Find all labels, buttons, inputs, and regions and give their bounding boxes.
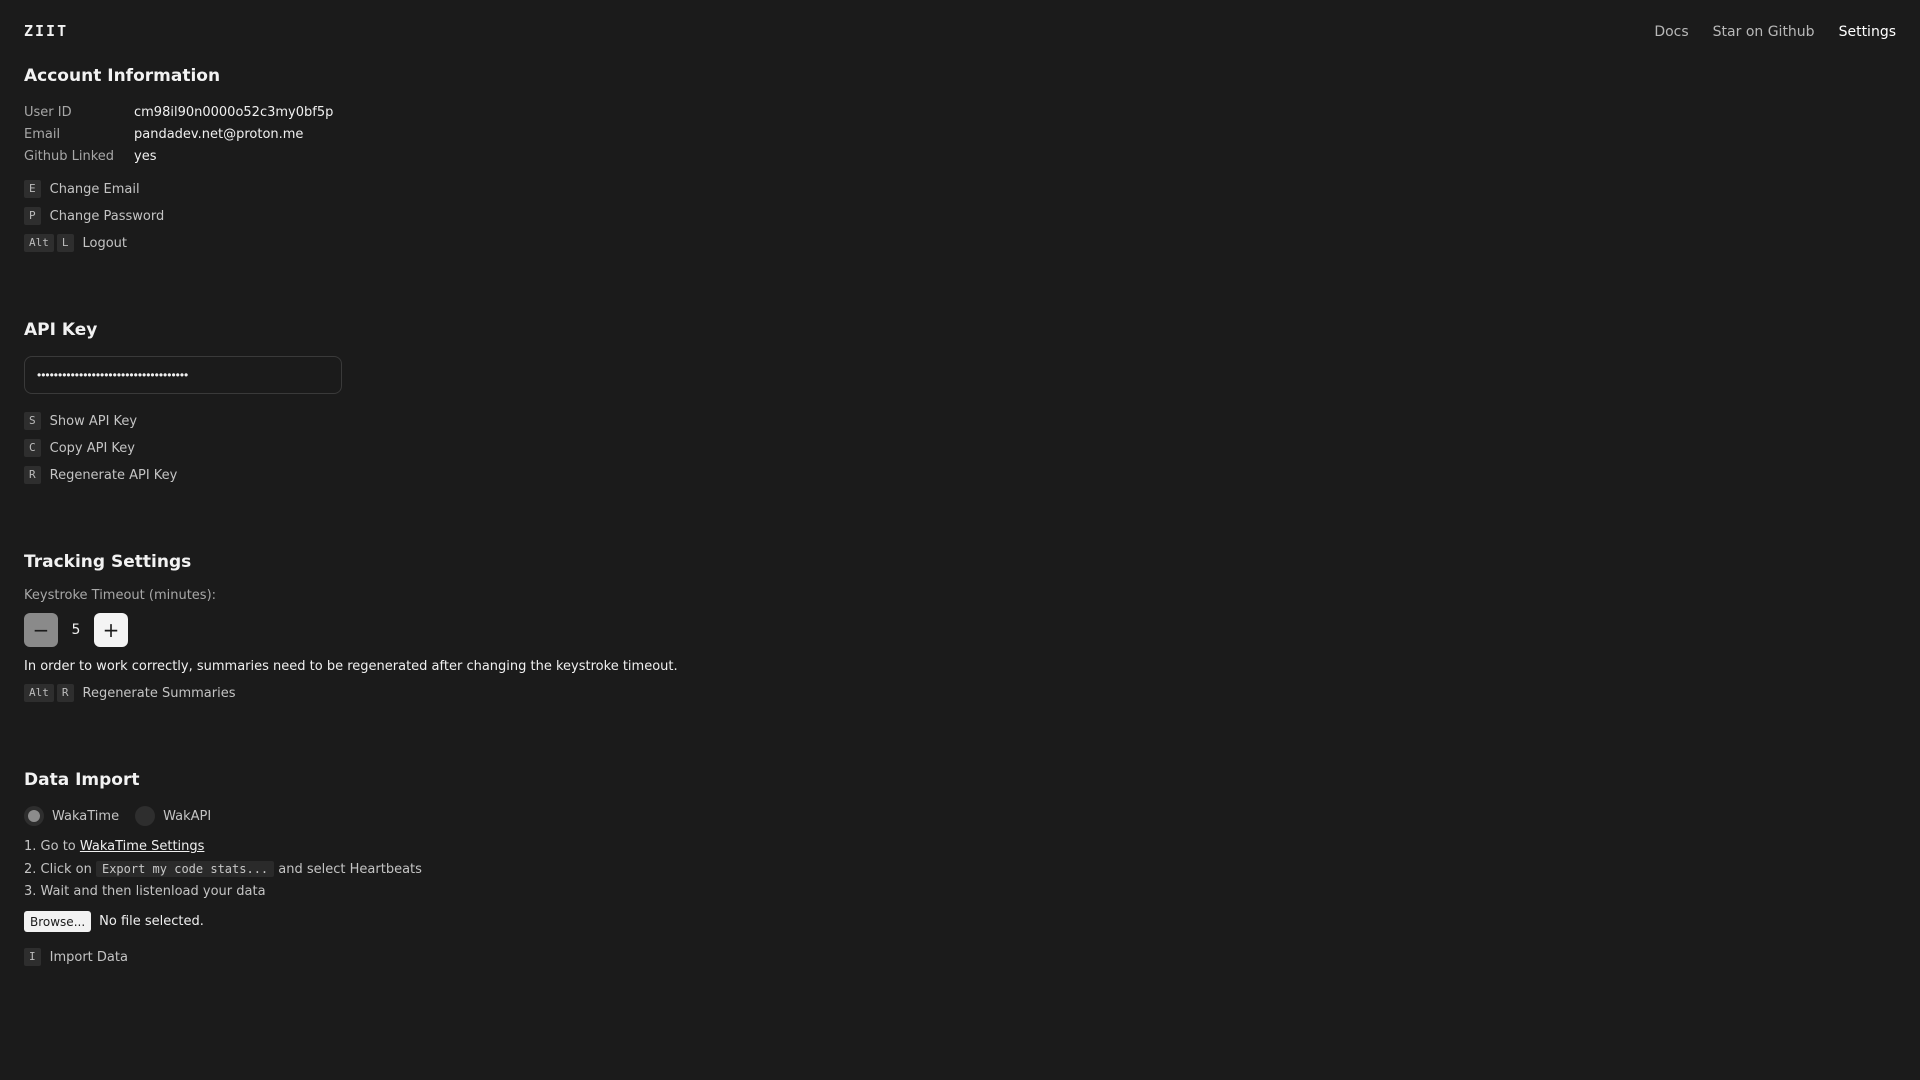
shortcut-key: Alt — [24, 684, 54, 702]
import-step-3: 3. Wait and then listenload your data — [24, 884, 266, 899]
wakatime-settings-link[interactable]: WakaTime Settings — [80, 839, 205, 854]
info-value: yes — [134, 149, 157, 164]
nav-docs-link[interactable]: Docs — [1654, 24, 1688, 40]
export-code: Export my code stats... — [95, 861, 275, 877]
action-label: Import Data — [49, 949, 128, 965]
tracking-section: Tracking Settings Keystroke Timeout (min… — [24, 550, 678, 709]
import-data-button[interactable]: I Import Data — [24, 946, 422, 968]
change-email-button[interactable]: E Change Email — [24, 178, 333, 200]
import-step-2: 2. Click on Export my code stats... and … — [24, 858, 422, 881]
shortcut-key: S — [24, 412, 41, 430]
increment-button[interactable]: + — [94, 613, 128, 647]
action-label: Logout — [82, 235, 128, 251]
data-import-section: Data Import WakaTime WakAPI 1. Go to Wak… — [24, 768, 422, 973]
regenerate-summaries-button[interactable]: Alt R Regenerate Summaries — [24, 682, 678, 704]
show-api-key-button[interactable]: S Show API Key — [24, 410, 342, 432]
import-step-1: 1. Go to WakaTime Settings — [24, 836, 422, 858]
api-key-actions: S Show API Key C Copy API Key R Regenera… — [24, 410, 342, 486]
shortcut-key: C — [24, 439, 41, 457]
info-label: Email — [24, 127, 61, 142]
action-label: Change Password — [49, 208, 165, 224]
change-password-button[interactable]: P Change Password — [24, 205, 333, 227]
radio-wakapi[interactable]: WakAPI — [135, 806, 211, 826]
shortcut-key: L — [56, 234, 74, 252]
action-label: Change Email — [49, 181, 140, 197]
shortcut-key: I — [24, 948, 41, 966]
account-title: Account Information — [24, 66, 221, 86]
info-row-user-id: User ID cm98il90n0000o52c3my0bf5p — [24, 102, 333, 124]
import-source-radios: WakaTime WakAPI — [24, 806, 422, 826]
info-value: pandadev.net@proton.me — [134, 127, 304, 142]
logout-button[interactable]: Alt L Logout — [24, 232, 333, 254]
top-bar: ZIIT Docs Star on Github Settings — [0, 0, 1920, 64]
account-actions: E Change Email P Change Password Alt L L… — [24, 178, 333, 254]
shortcut-key: P — [24, 207, 41, 225]
file-status: No file selected. — [99, 914, 204, 929]
timeout-note: In order to work correctly, summaries ne… — [24, 659, 678, 674]
api-key-section: API Key S Show API Key C Copy API Key R … — [24, 318, 342, 491]
timeout-label: Keystroke Timeout (minutes): — [24, 588, 217, 603]
radio-wakatime[interactable]: WakaTime — [24, 806, 119, 826]
top-nav: Docs Star on Github Settings — [1654, 24, 1896, 40]
step-text: 2. Click on — [24, 862, 96, 877]
action-label: Show API Key — [49, 413, 138, 429]
nav-github-link[interactable]: Star on Github — [1713, 24, 1815, 40]
shortcut-key: E — [24, 180, 41, 198]
account-info-table: User ID cm98il90n0000o52c3my0bf5p Email … — [24, 102, 333, 168]
tracking-title: Tracking Settings — [24, 552, 192, 572]
action-label: Copy API Key — [49, 440, 136, 456]
data-import-title: Data Import — [24, 770, 140, 790]
info-value: cm98il90n0000o52c3my0bf5p — [134, 105, 334, 120]
timeout-stepper: − 5 + — [24, 613, 678, 647]
import-steps: 1. Go to WakaTime Settings 2. Click on E… — [24, 836, 422, 903]
api-key-input[interactable] — [24, 356, 342, 394]
copy-api-key-button[interactable]: C Copy API Key — [24, 437, 342, 459]
action-label: Regenerate API Key — [49, 467, 178, 483]
radio-checked-icon — [24, 806, 44, 826]
app-logo[interactable]: ZIIT — [24, 22, 68, 40]
action-label: Regenerate Summaries — [82, 685, 236, 701]
timeout-value: 5 — [71, 622, 81, 638]
step-text: and select Heartbeats — [274, 862, 422, 877]
radio-label: WakaTime — [52, 808, 120, 824]
decrement-button[interactable]: − — [24, 613, 58, 647]
account-section: Account Information User ID cm98il90n000… — [24, 64, 333, 259]
info-label: User ID — [24, 105, 72, 120]
shortcut-key: R — [24, 466, 41, 484]
shortcut-key: R — [56, 684, 74, 702]
step-text: 1. Go to — [24, 839, 80, 854]
api-key-title: API Key — [24, 320, 98, 340]
shortcut-key: Alt — [24, 234, 54, 252]
info-row-github-linked: Github Linked yes — [24, 146, 333, 168]
regenerate-api-key-button[interactable]: R Regenerate API Key — [24, 464, 342, 486]
info-label: Github Linked — [24, 149, 115, 164]
browse-button[interactable]: Browse... — [24, 911, 92, 932]
nav-settings-link[interactable]: Settings — [1839, 24, 1896, 40]
info-row-email: Email pandadev.net@proton.me — [24, 124, 333, 146]
radio-label: WakAPI — [163, 808, 212, 824]
radio-unchecked-icon — [135, 806, 156, 826]
file-picker: Browse... No file selected. — [24, 911, 422, 932]
